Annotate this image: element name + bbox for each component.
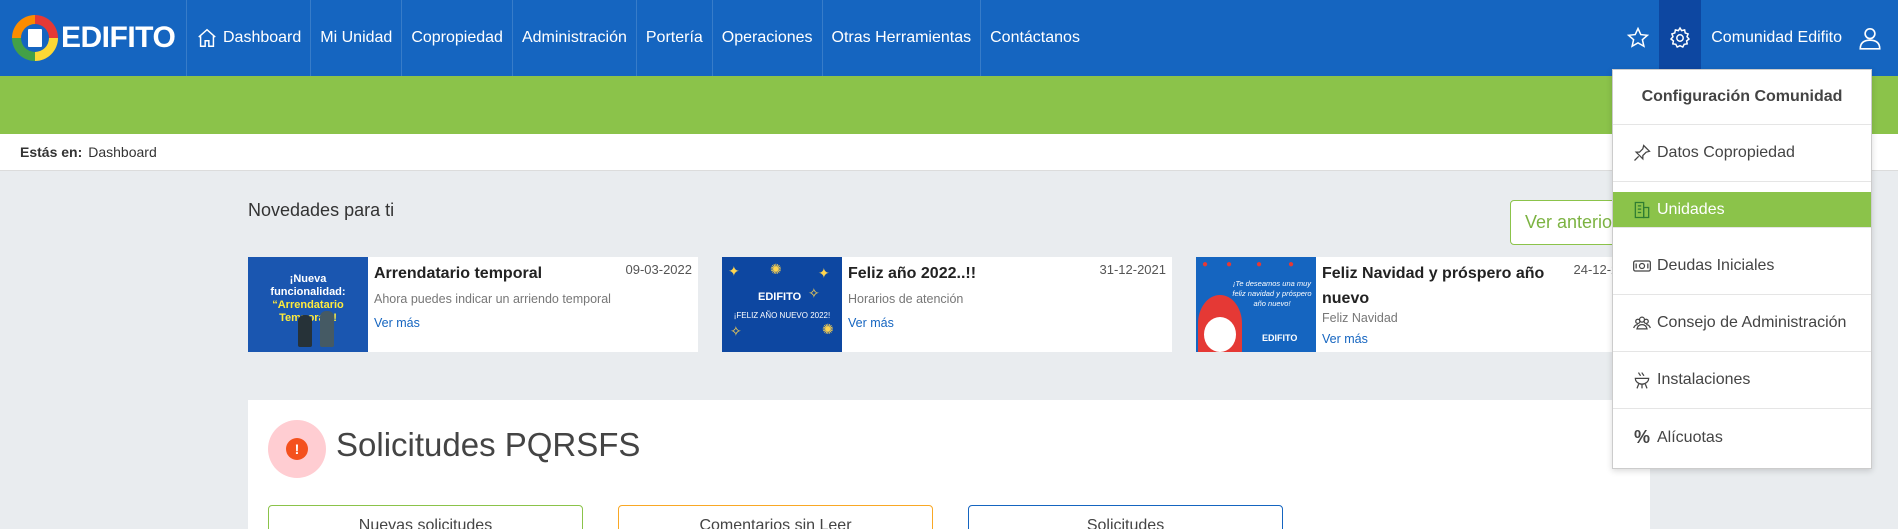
thumb-text: “Arrendatario bbox=[272, 299, 344, 311]
breadcrumb-current: Dashboard bbox=[88, 144, 157, 160]
nav-porteria[interactable]: Portería bbox=[637, 0, 713, 76]
percent-icon: % bbox=[1633, 427, 1650, 447]
pqrsfs-card: ! Solicitudes PQRSFS Nuevas solicitudes … bbox=[248, 400, 1650, 529]
favorites-button[interactable] bbox=[1617, 0, 1659, 76]
tile-nuevas-solicitudes[interactable]: Nuevas solicitudes bbox=[268, 505, 583, 529]
nav-dashboard-label: Dashboard bbox=[223, 29, 302, 46]
news-description: Feliz Navidad bbox=[1322, 311, 1398, 325]
menu-item-alicuotas[interactable]: % Alícuotas bbox=[1613, 409, 1871, 466]
tile-solicitudes[interactable]: Solicitudes bbox=[968, 505, 1283, 529]
thumb-text: ¡Nueva funcionalidad: bbox=[270, 273, 346, 298]
news-ver-mas-link[interactable]: Ver más bbox=[1322, 332, 1640, 346]
user-menu-button[interactable] bbox=[1850, 25, 1890, 51]
menu-item-datos-copropiedad[interactable]: Datos Copropiedad bbox=[1613, 125, 1871, 182]
news-description: Ahora puedes indicar un arriendo tempora… bbox=[374, 292, 611, 306]
news-date: 09-03-2022 bbox=[625, 262, 693, 277]
nav-operaciones[interactable]: Operaciones bbox=[713, 0, 823, 76]
brand-name: EDIFITO bbox=[61, 21, 176, 54]
tile-comentarios-sin-leer[interactable]: Comentarios sin Leer bbox=[618, 505, 933, 529]
pqrsfs-title: Solicitudes PQRSFS bbox=[336, 426, 641, 463]
home-icon bbox=[198, 28, 216, 47]
thumb-text: EDIFITO bbox=[1262, 333, 1298, 343]
bbq-icon bbox=[1631, 369, 1653, 391]
menu-item-label: Alícuotas bbox=[1657, 428, 1723, 446]
news-card: ¡Nueva funcionalidad:“ArrendatarioTempor… bbox=[248, 257, 698, 352]
nav-dashboard[interactable]: Dashboard bbox=[187, 0, 312, 76]
menu-item-unidades[interactable]: Unidades bbox=[1613, 192, 1871, 228]
menu-item-deudas-iniciales[interactable]: Deudas Iniciales bbox=[1613, 238, 1871, 295]
gear-icon bbox=[1670, 26, 1691, 48]
building-icon bbox=[1631, 199, 1653, 221]
thumb-text: ¡FELIZ AÑO NUEVO 2022! bbox=[733, 311, 831, 320]
news-section-title: Novedades para ti bbox=[248, 200, 395, 220]
money-icon bbox=[1631, 255, 1653, 277]
alert-icon: ! bbox=[268, 420, 326, 478]
menu-item-instalaciones[interactable]: Instalaciones bbox=[1613, 352, 1871, 409]
news-ver-mas-link[interactable]: Ver más bbox=[374, 316, 692, 330]
star-icon bbox=[1627, 26, 1650, 48]
user-icon bbox=[1859, 27, 1881, 50]
news-thumbnail[interactable]: ● ● ● ● ¡Te deseamos una muy feliz navidad … bbox=[1196, 257, 1316, 352]
user-name[interactable]: Comunidad Edifito bbox=[1701, 29, 1850, 47]
menu-item-label: Deudas Iniciales bbox=[1657, 257, 1775, 274]
news-ver-mas-link[interactable]: Ver más bbox=[848, 316, 1166, 330]
thumb-text: EDIFITO bbox=[758, 291, 802, 303]
thumb-text: ¡Te deseamos una muy feliz navidad y pró… bbox=[1232, 279, 1312, 308]
nav-copropiedad[interactable]: Copropiedad bbox=[402, 0, 513, 76]
news-card: ✦ ✺ ✦ ✧ ✺ ✧ EDIFITO ¡FELIZ AÑO NUEVO 2022! F… bbox=[722, 257, 1172, 352]
nav-otras-herramientas[interactable]: Otras Herramientas bbox=[823, 0, 982, 76]
dropdown-header: Configuración Comunidad bbox=[1613, 70, 1871, 125]
nav-mi-unidad[interactable]: Mi Unidad bbox=[311, 0, 403, 76]
group-icon bbox=[1631, 312, 1653, 334]
news-thumbnail[interactable]: ✦ ✺ ✦ ✧ ✺ ✧ EDIFITO ¡FELIZ AÑO NUEVO 2022! bbox=[722, 257, 842, 352]
settings-dropdown: Configuración Comunidad Datos Copropieda… bbox=[1612, 69, 1872, 469]
logo-icon bbox=[12, 15, 58, 61]
news-date: 31-12-2021 bbox=[1099, 262, 1167, 277]
pin-icon bbox=[1631, 142, 1653, 164]
top-navbar: EDIFITO Dashboard Mi Unidad Copropiedad … bbox=[0, 0, 1898, 76]
brand-logo[interactable]: EDIFITO bbox=[0, 0, 187, 76]
news-card: ● ● ● ● ¡Te deseamos una muy feliz navidad … bbox=[1196, 257, 1646, 352]
nav-administracion[interactable]: Administración bbox=[513, 0, 637, 76]
menu-item-consejo-administracion[interactable]: Consejo de Administración bbox=[1613, 295, 1871, 352]
breadcrumb-label: Estás en: bbox=[20, 144, 83, 160]
menu-item-label: Instalaciones bbox=[1657, 371, 1751, 388]
menu-item-label: Datos Copropiedad bbox=[1657, 144, 1795, 161]
menu-item-label: Consejo de Administración bbox=[1657, 314, 1847, 331]
menu-item-label: Unidades bbox=[1657, 200, 1725, 218]
news-thumbnail[interactable]: ¡Nueva funcionalidad:“ArrendatarioTempor… bbox=[248, 257, 368, 352]
settings-button[interactable] bbox=[1659, 0, 1702, 76]
nav-contactanos[interactable]: Contáctanos bbox=[981, 0, 1089, 76]
news-description: Horarios de atención bbox=[848, 292, 964, 306]
